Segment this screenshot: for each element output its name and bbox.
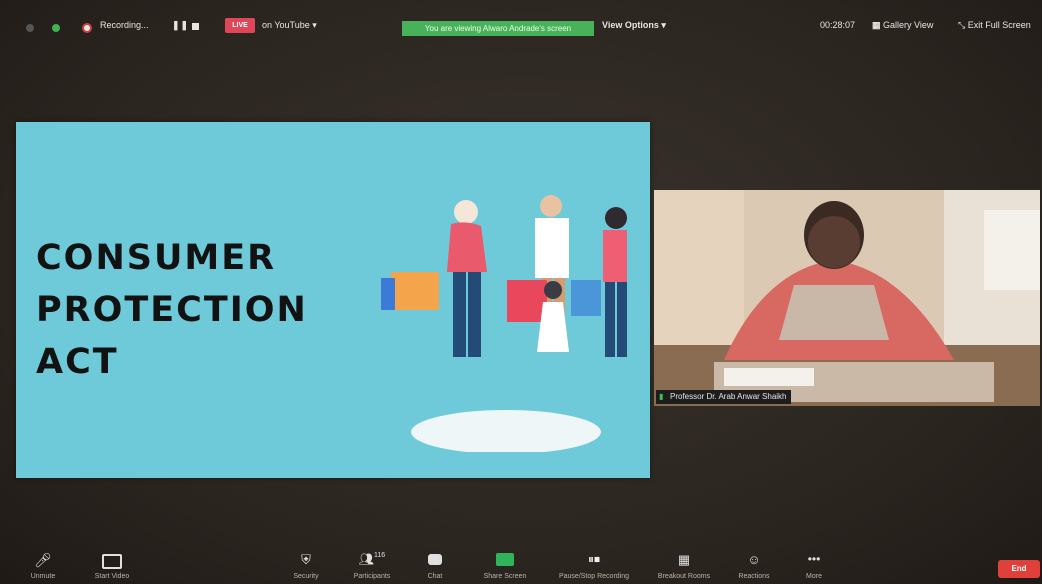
gallery-view-button[interactable]: ▦ Gallery View: [872, 20, 933, 31]
participants-label: Participants: [353, 573, 391, 580]
video-off-icon: [102, 554, 122, 569]
breakout-rooms-label: Breakout Rooms: [657, 573, 711, 580]
gallery-view-label: Gallery View: [883, 20, 934, 30]
breakout-rooms-icon: ▦: [677, 552, 691, 567]
chevron-down-icon: ▾: [312, 20, 317, 30]
live-badge: LIVE: [225, 18, 255, 33]
participant-video[interactable]: [654, 190, 1040, 406]
breakout-rooms-button[interactable]: ▦ Breakout Rooms: [648, 546, 720, 584]
security-label: Security: [293, 573, 319, 580]
reactions-button[interactable]: ☺ Reactions: [730, 546, 778, 584]
microphone-muted-icon: 🎤︎: [34, 552, 52, 568]
pause-recording-icon[interactable]: ❚❚: [172, 20, 189, 31]
stream-label: on YouTube: [262, 20, 310, 30]
chat-icon: [428, 554, 442, 565]
slide-title-line: ACT: [36, 342, 119, 382]
stop-recording-icon[interactable]: [192, 23, 199, 30]
recording-label: Recording...: [100, 20, 149, 30]
participants-count: 116: [374, 552, 386, 559]
meeting-screen: Recording... ❚❚ LIVE on YouTube ▾ You ar…: [0, 0, 1042, 584]
security-button[interactable]: ⛨ Security: [286, 546, 326, 584]
participant-video-feed: [654, 190, 1040, 406]
participant-name-tag: ▮ Professor Dr. Arab Anwar Shaikh: [656, 390, 791, 404]
exit-full-screen-label: Exit Full Screen: [967, 20, 1031, 30]
share-screen-button[interactable]: Share Screen: [474, 546, 536, 584]
top-bar: Recording... ❚❚ LIVE on YouTube ▾ You ar…: [14, 10, 1042, 42]
shield-icon: ⛨: [301, 552, 311, 567]
exit-full-screen-button[interactable]: ⤡ Exit Full Screen: [958, 20, 1031, 31]
more-dots-icon: •••: [807, 552, 821, 566]
recording-icon: [82, 23, 92, 33]
info-icon[interactable]: [26, 24, 34, 32]
start-video-label: Start Video: [94, 573, 130, 580]
start-video-button[interactable]: Start Video: [84, 546, 140, 584]
exit-fullscreen-icon: ⤡: [958, 20, 966, 30]
meeting-toolbar: 🎤︎ Unmute Start Video ⛨ Security 👥︎116 P…: [0, 546, 1042, 584]
more-button[interactable]: ••• More: [796, 546, 832, 584]
pause-stop-icon: ⏸︎⏹︎: [587, 552, 601, 566]
share-screen-icon: [496, 553, 514, 566]
more-label: More: [806, 573, 822, 580]
pause-stop-recording-label: Pause/Stop Recording: [558, 573, 630, 580]
participants-icon: 👥︎116: [358, 552, 386, 566]
view-options-button[interactable]: View Options ▾: [602, 20, 666, 31]
slide-title-line: PROTECTION: [36, 290, 308, 330]
stream-destination[interactable]: on YouTube ▾: [262, 20, 317, 31]
viewing-banner: You are viewing Alwaro Andrade's screen: [402, 21, 594, 36]
end-meeting-button[interactable]: End: [998, 560, 1040, 578]
chat-button[interactable]: Chat: [420, 546, 450, 584]
unmute-label: Unmute: [30, 573, 56, 580]
shared-screen-slide: CONSUMER PROTECTION ACT: [16, 122, 650, 478]
participants-button[interactable]: 👥︎116 Participants: [344, 546, 400, 584]
slide-title: CONSUMER PROTECTION ACT: [36, 232, 308, 388]
grid-icon: ▦: [872, 20, 881, 30]
shoppers-illustration: [381, 195, 627, 452]
unmute-button[interactable]: 🎤︎ Unmute: [20, 546, 66, 584]
slide-title-line: CONSUMER: [36, 238, 277, 278]
reactions-label: Reactions: [738, 573, 770, 580]
pause-stop-recording-button[interactable]: ⏸︎⏹︎ Pause/Stop Recording: [546, 546, 642, 584]
security-shield-icon[interactable]: [52, 24, 60, 32]
meeting-timer: 00:28:07: [820, 20, 856, 30]
signal-strength-icon: ▮: [659, 392, 664, 401]
chevron-down-icon: ▾: [661, 20, 666, 30]
smiley-icon: ☺: [747, 552, 761, 567]
participant-name: Professor Dr. Arab Anwar Shaikh: [670, 392, 787, 401]
share-screen-label: Share Screen: [483, 573, 527, 580]
chat-label: Chat: [427, 573, 443, 580]
view-options-label: View Options: [602, 20, 659, 30]
